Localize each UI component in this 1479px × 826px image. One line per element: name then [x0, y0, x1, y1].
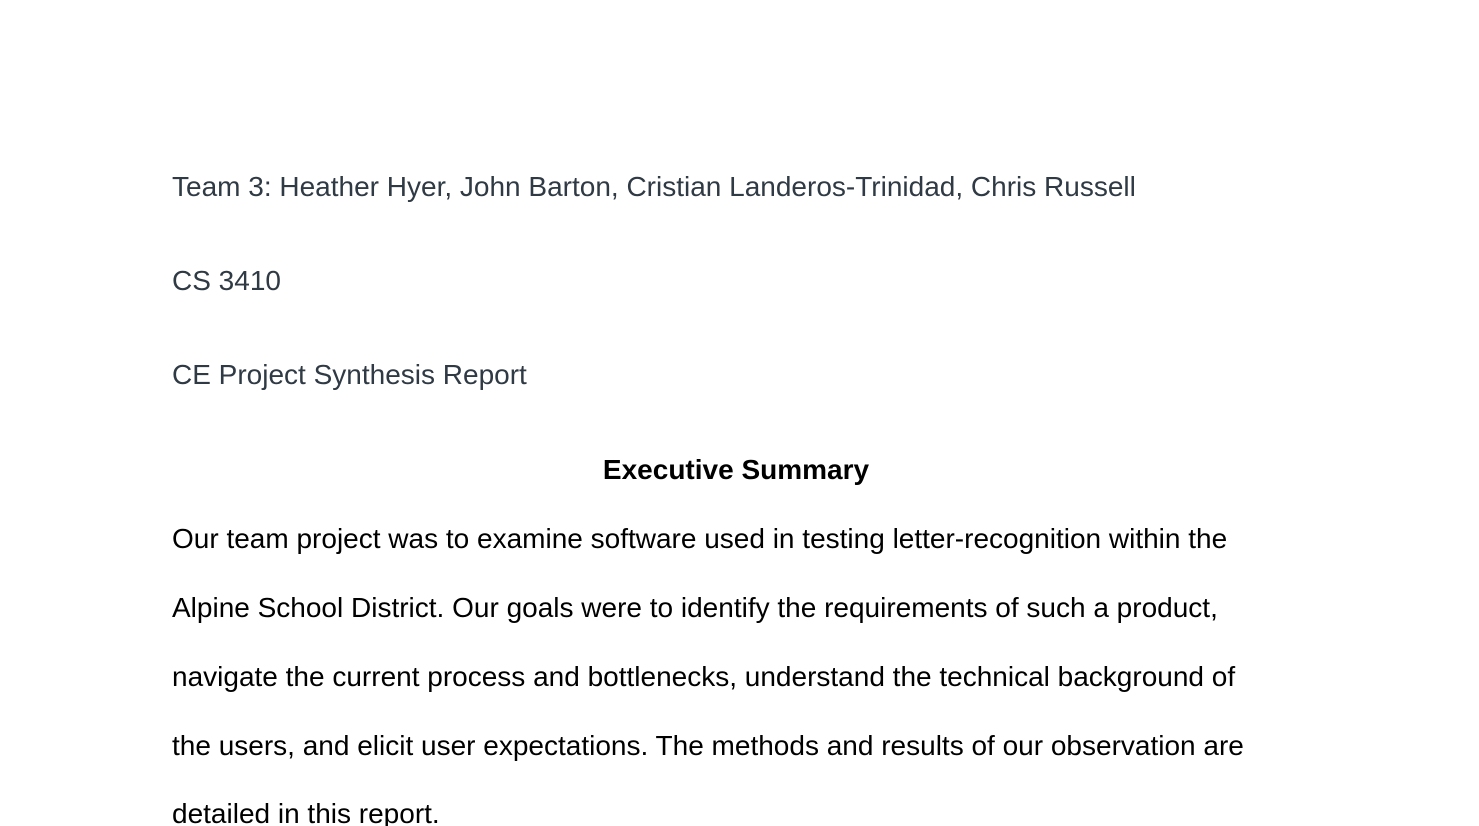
report-title: CE Project Synthesis Report — [172, 359, 527, 390]
course-number: CS 3410 — [172, 265, 281, 296]
section-heading-executive-summary: Executive Summary — [602, 454, 870, 485]
paragraph-line: Our team project was to examine software… — [172, 523, 1228, 554]
paragraph-line: navigate the current process and bottlen… — [172, 661, 1236, 692]
paragraph-line: detailed in this report. — [172, 798, 440, 826]
paragraph-line: the users, and elicit user expectations.… — [172, 730, 1244, 761]
team-members-line: Team 3: Heather Hyer, John Barton, Crist… — [172, 171, 1136, 202]
paragraph-line: Alpine School District. Our goals were t… — [172, 592, 1218, 623]
document-page: Team 3: Heather Hyer, John Barton, Crist… — [0, 0, 1479, 826]
